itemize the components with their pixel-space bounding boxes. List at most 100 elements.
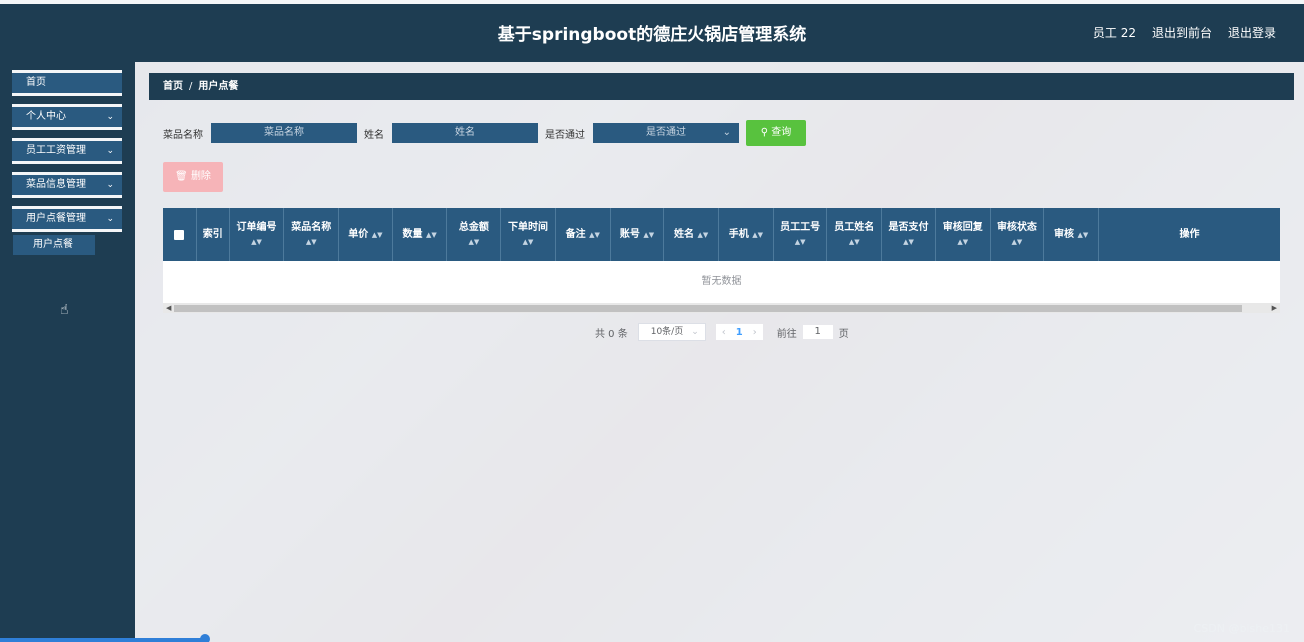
sidebar-subitem-user-orders[interactable]: 用户点餐 [13, 235, 95, 255]
sort-icon: ▲▼ [425, 230, 437, 239]
goto-label: 前往 [776, 328, 797, 340]
pagination: 共 0 条 10条/页 ⌄ ‹ 1 › 前往 1 页 [595, 323, 849, 341]
column-header[interactable]: 账号 ▲▼ [611, 208, 665, 261]
sidebar-subitem-label: 用户点餐 [33, 239, 73, 250]
chevron-down-icon: ⌄ [722, 127, 731, 138]
chevron-down-icon: ⌄ [106, 214, 114, 224]
column-header[interactable]: 审核 ▲▼ [1044, 208, 1099, 261]
column-header[interactable]: 审核回复 ▲▼ [936, 208, 991, 261]
column-header[interactable]: 手机 ▲▼ [719, 208, 774, 261]
column-header[interactable]: 审核状态 ▲▼ [991, 208, 1045, 261]
column-header[interactable]: 员工姓名 ▲▼ [827, 208, 883, 261]
sidebar-item-label: 菜品信息管理 [26, 179, 86, 190]
query-button-label: 查询 [771, 127, 792, 138]
progress-knob[interactable] [200, 634, 210, 642]
sidebar-item-label: 首页 [26, 77, 46, 88]
table-header: 索引 订单编号 ▲▼ 菜品名称 ▲▼ 单价 ▲▼ 数量 ▲▼ 总金额 ▲▼ 下单时间 ▲… [163, 208, 1280, 261]
sidebar-item-salary[interactable]: 员工工资管理 ⌄ [12, 138, 122, 164]
sort-icon: ▲▼ [697, 230, 709, 239]
trash-icon: 🗑 [175, 171, 188, 182]
chevron-down-icon: ⌄ [106, 112, 114, 122]
sidebar-item-personal-center[interactable]: 个人中心 ⌄ [12, 104, 122, 130]
sidebar-item-label: 员工工资管理 [26, 145, 86, 156]
approved-select[interactable]: 是否通过 ⌄ [593, 123, 739, 143]
dish-name-label: 菜品名称 [163, 129, 203, 141]
header-actions: 员工 22 退出到前台 退出登录 [1093, 24, 1276, 41]
background-overlay [135, 62, 1304, 642]
sort-icon: ▲▼ [251, 237, 262, 246]
orders-table: 索引 订单编号 ▲▼ 菜品名称 ▲▼ 单价 ▲▼ 数量 ▲▼ 总金额 ▲▼ 下单时间 ▲… [163, 208, 1280, 313]
hand-cursor-icon: ☝ [60, 302, 69, 318]
breadcrumb: 首页 / 用户点餐 [149, 73, 1294, 100]
table-empty-row: 暂无数据 [163, 261, 1280, 303]
column-header[interactable]: 菜品名称 ▲▼ [284, 208, 340, 261]
column-header: 索引 [197, 208, 230, 261]
video-progress-bar[interactable] [0, 634, 210, 642]
breadcrumb-home[interactable]: 首页 [163, 81, 183, 92]
back-to-front-link[interactable]: 退出到前台 [1152, 24, 1212, 41]
scroll-right-icon[interactable]: ▶ [1272, 303, 1277, 313]
logout-link[interactable]: 退出登录 [1228, 24, 1276, 41]
column-header[interactable]: 姓名 ▲▼ [664, 208, 720, 261]
delete-button-label: 删除 [190, 171, 211, 182]
sort-icon: ▲▼ [752, 230, 764, 239]
prev-page-icon[interactable]: ‹ [722, 327, 726, 338]
top-header: 基于springboot的德庄火锅店管理系统 员工 22 退出到前台 退出登录 [0, 0, 1304, 62]
page-list: ‹ 1 › [715, 324, 763, 340]
sort-icon: ▲▼ [589, 230, 600, 239]
next-page-icon[interactable]: › [753, 327, 757, 338]
sort-icon: ▲▼ [903, 237, 914, 246]
dish-name-input[interactable]: 菜品名称 [211, 123, 357, 143]
total-count: 共 0 条 [595, 328, 628, 340]
sidebar-item-label: 个人中心 [26, 111, 66, 122]
chevron-down-icon: ⌄ [691, 327, 699, 337]
chevron-down-icon: ⌄ [106, 146, 114, 156]
page-number[interactable]: 1 [736, 327, 743, 338]
column-header[interactable]: 员工工号 ▲▼ [774, 208, 828, 261]
breadcrumb-separator: / [189, 81, 193, 92]
name-input[interactable]: 姓名 [392, 123, 538, 143]
sidebar-item-dishes[interactable]: 菜品信息管理 ⌄ [12, 172, 122, 198]
sort-icon: ▲▼ [957, 237, 969, 246]
main-content: 首页 / 用户点餐 菜品名称 菜品名称 姓名 姓名 是否通过 是否通过 ⌄ ⚲ 查询… [135, 62, 1304, 642]
sort-icon: ▲▼ [1077, 230, 1089, 239]
sort-icon: ▲▼ [305, 237, 317, 246]
scrollbar-thumb[interactable] [174, 305, 1242, 312]
sidebar-item-label: 用户点餐管理 [26, 213, 86, 224]
sort-icon: ▲▼ [522, 237, 534, 246]
column-header[interactable]: 单价 ▲▼ [339, 208, 393, 261]
delete-button[interactable]: 🗑 删除 [163, 162, 223, 192]
page-suffix: 页 [838, 328, 849, 340]
goto-page-input[interactable]: 1 [802, 325, 833, 339]
horizontal-scrollbar[interactable]: ◀ ▶ [163, 303, 1280, 313]
empty-text: 暂无数据 [701, 276, 742, 287]
page-size-select[interactable]: 10条/页 ⌄ [637, 323, 706, 341]
search-bar: 菜品名称 菜品名称 姓名 姓名 是否通过 是否通过 ⌄ ⚲ 查询 [163, 120, 806, 146]
approved-label: 是否通过 [545, 129, 585, 141]
name-label: 姓名 [364, 129, 384, 141]
column-header[interactable]: 下单时间 ▲▼ [501, 208, 556, 261]
sort-icon: ▲▼ [371, 230, 383, 239]
search-icon: ⚲ [760, 127, 769, 138]
query-button[interactable]: ⚲ 查询 [746, 120, 806, 146]
sidebar: 首页 个人中心 ⌄ 员工工资管理 ⌄ 菜品信息管理 ⌄ 用户点餐管理 ⌄ 用户点… [0, 62, 135, 642]
column-header[interactable]: 备注 ▲▼ [556, 208, 611, 261]
sort-icon: ▲▼ [1011, 237, 1023, 246]
chevron-down-icon: ⌄ [106, 180, 114, 190]
column-header[interactable]: 订单编号 ▲▼ [230, 208, 285, 261]
page-size-value: 10条/页 [650, 327, 684, 337]
scroll-left-icon[interactable]: ◀ [166, 303, 171, 313]
column-header[interactable]: 是否支付 ▲▼ [882, 208, 936, 261]
sidebar-item-home[interactable]: 首页 [12, 70, 122, 96]
approved-select-value: 是否通过 [646, 127, 686, 138]
sort-icon: ▲▼ [794, 237, 806, 246]
column-header: 操作 [1179, 228, 1200, 240]
column-header[interactable]: 数量 ▲▼ [393, 208, 448, 261]
current-user: 员工 22 [1092, 26, 1136, 40]
sidebar-item-orders[interactable]: 用户点餐管理 ⌄ [12, 206, 122, 232]
column-header[interactable]: 总金额 ▲▼ [447, 208, 502, 261]
select-all-checkbox-cell[interactable] [163, 208, 197, 261]
watermark: CSDN @bishe131 [1193, 622, 1290, 635]
sort-icon: ▲▼ [848, 237, 860, 246]
select-all-checkbox[interactable] [174, 229, 185, 240]
